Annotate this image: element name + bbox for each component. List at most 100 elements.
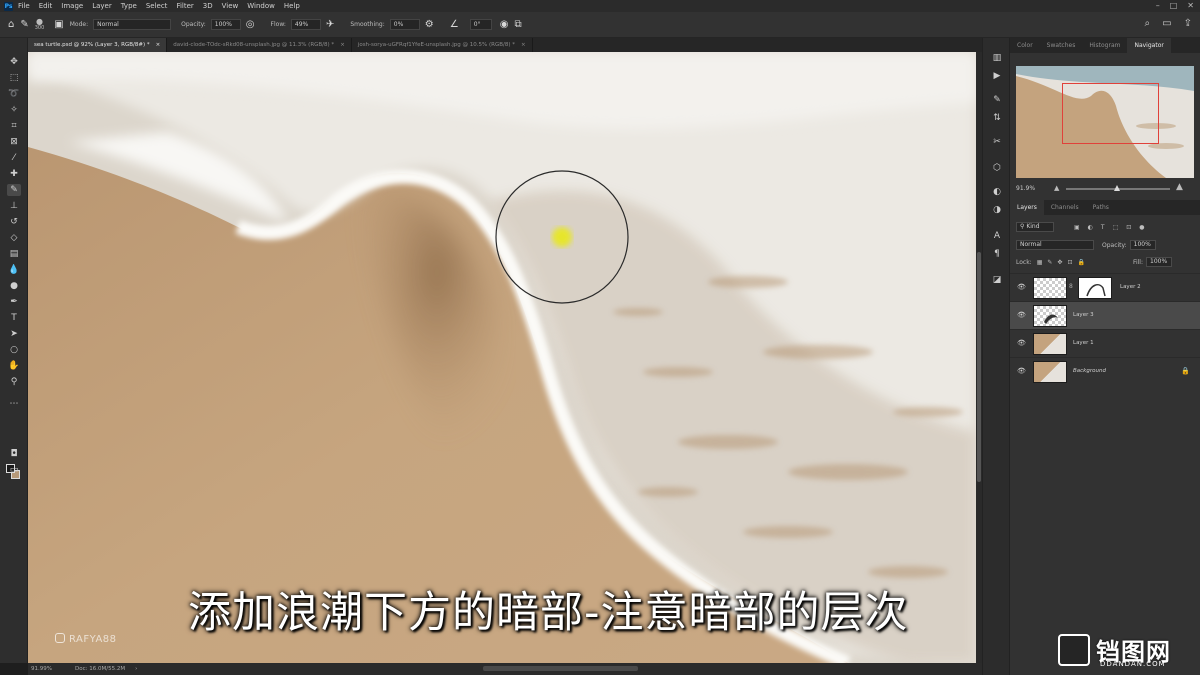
layer-name[interactable]: Layer 3 [1073, 312, 1094, 318]
navigator-zoom-slider[interactable] [1066, 185, 1170, 191]
visibility-eye-icon[interactable]: 👁 [1017, 367, 1026, 375]
lock-artboard-icon[interactable]: ⊡ [1067, 259, 1072, 266]
lock-transparent-icon[interactable]: ▦ [1037, 259, 1043, 266]
menu-edit[interactable]: Edit [39, 2, 53, 10]
filter-shape-icon[interactable]: ⬚ [1113, 224, 1119, 231]
tab-close-icon[interactable]: × [156, 42, 161, 48]
filter-type-icon[interactable]: T [1101, 224, 1105, 231]
blend-mode-select[interactable]: Normal [1016, 240, 1094, 250]
smoothing-options-icon[interactable]: ⚙ [425, 19, 434, 30]
layer-opacity-field[interactable]: 100% [1129, 240, 1156, 250]
styles-icon[interactable]: ◑ [991, 204, 1003, 216]
menu-layer[interactable]: Layer [92, 2, 112, 10]
path-select-tool-icon[interactable]: ➤ [7, 328, 21, 340]
close-icon[interactable]: ✕ [1187, 1, 1194, 10]
edit-toolbar-icon[interactable]: ⋯ [7, 398, 21, 410]
layer-row-layer-3[interactable]: 👁 Layer 3 [1010, 301, 1200, 329]
zoom-in-icon[interactable]: ▲ [1176, 182, 1183, 192]
navigator-preview[interactable] [1016, 66, 1194, 178]
angle-field[interactable]: 0° [469, 19, 492, 30]
layer-row-background[interactable]: 👁 Background 🔒 [1010, 357, 1200, 385]
brush-tool-icon[interactable]: ✎ [7, 184, 21, 196]
history-brush-tool-icon[interactable]: ↺ [7, 216, 21, 228]
smoothing-field[interactable]: 0% [389, 19, 420, 30]
properties-icon[interactable]: ⇅ [991, 112, 1003, 124]
frame-tool-icon[interactable]: ⊠ [7, 136, 21, 148]
share-icon[interactable]: ⇪ [1184, 18, 1192, 29]
menu-type[interactable]: Type [121, 2, 137, 10]
lock-all-icon[interactable]: 🔒 [1077, 259, 1084, 266]
tab-histogram[interactable]: Histogram [1082, 38, 1127, 53]
menu-file[interactable]: File [18, 2, 30, 10]
brush-preset-picker[interactable]: ● 300 [35, 17, 45, 32]
blur-tool-icon[interactable]: 💧 [7, 264, 21, 276]
pen-tool-icon[interactable]: ✒ [7, 296, 21, 308]
layer-name[interactable]: Background [1073, 368, 1106, 374]
brush-settings-panel-icon[interactable]: ✎ [991, 94, 1003, 106]
menu-filter[interactable]: Filter [176, 2, 193, 10]
eyedropper-tool-icon[interactable]: ⁄ [7, 152, 21, 164]
workspace-icon[interactable]: ▭ [1162, 18, 1171, 29]
crop-tool-icon[interactable]: ⌗ [7, 120, 21, 132]
layer-row-layer-2[interactable]: 👁 8 Layer 2 [1010, 273, 1200, 301]
airbrush-icon[interactable]: ✈ [326, 19, 334, 30]
tab-layers[interactable]: Layers [1010, 200, 1044, 215]
tab-color[interactable]: Color [1010, 38, 1040, 53]
gradient-tool-icon[interactable]: ▤ [7, 248, 21, 260]
tab-david-clode[interactable]: david-clode-TOdc-sRkd08-unsplash.jpg @ 1… [167, 38, 352, 52]
menu-select[interactable]: Select [146, 2, 168, 10]
tab-close-icon[interactable]: × [340, 42, 345, 48]
layer-name[interactable]: Layer 2 [1120, 284, 1141, 290]
menu-view[interactable]: View [222, 2, 239, 10]
character-icon[interactable]: A [991, 230, 1003, 242]
pressure-opacity-icon[interactable]: ◎ [246, 19, 255, 30]
document-canvas[interactable] [28, 52, 976, 663]
minimize-icon[interactable]: – [1156, 1, 1160, 10]
tab-close-icon[interactable]: × [521, 42, 526, 48]
layer-mask-thumbnail[interactable] [1078, 277, 1112, 299]
layer-fill-field[interactable]: 100% [1146, 257, 1172, 267]
history-icon[interactable]: ▥ [991, 52, 1003, 64]
3d-icon[interactable]: ⬡ [991, 162, 1003, 174]
filter-pixel-icon[interactable]: ▣ [1074, 224, 1080, 231]
zoom-tool-icon[interactable]: ⚲ [7, 376, 21, 388]
adjustments-icon[interactable]: ◐ [991, 186, 1003, 198]
opacity-field[interactable]: 100% [210, 19, 241, 30]
dodge-tool-icon[interactable]: ● [7, 280, 21, 292]
libraries-icon[interactable]: ◪ [991, 274, 1003, 286]
visibility-eye-icon[interactable]: 👁 [1017, 339, 1026, 347]
paragraph-icon[interactable]: ¶ [991, 248, 1003, 260]
visibility-eye-icon[interactable]: 👁 [1017, 283, 1026, 291]
tab-paths[interactable]: Paths [1086, 200, 1116, 215]
layer-row-layer-1[interactable]: 👁 Layer 1 [1010, 329, 1200, 357]
actions-icon[interactable]: ▶ [991, 70, 1003, 82]
pressure-size-icon[interactable]: ◉ [500, 19, 509, 30]
search-icon[interactable]: ⌕ [1145, 18, 1151, 29]
filter-adjust-icon[interactable]: ◐ [1088, 224, 1093, 231]
menu-image[interactable]: Image [61, 2, 83, 10]
healing-brush-tool-icon[interactable]: ✚ [7, 168, 21, 180]
marquee-tool-icon[interactable]: ⬚ [7, 72, 21, 84]
lasso-tool-icon[interactable]: ➰ [7, 88, 21, 100]
layer-name[interactable]: Layer 1 [1073, 340, 1094, 346]
navigator-zoom[interactable]: 91.9% [1016, 185, 1035, 192]
tab-channels[interactable]: Channels [1044, 200, 1086, 215]
tab-swatches[interactable]: Swatches [1040, 38, 1083, 53]
maximize-icon[interactable]: □ [1170, 1, 1178, 10]
status-menu-icon[interactable]: › [135, 666, 137, 672]
menu-window[interactable]: Window [247, 2, 275, 10]
mode-select[interactable]: Normal [93, 19, 172, 30]
lock-pixels-icon[interactable]: ✎ [1047, 259, 1052, 266]
canvas-horizontal-scrollbar[interactable] [483, 666, 638, 671]
filter-smart-icon[interactable]: ⊡ [1126, 224, 1131, 231]
brush-tool-icon[interactable]: ✎ [20, 19, 28, 30]
scroll-thumb[interactable] [977, 252, 981, 482]
tab-navigator[interactable]: Navigator [1127, 38, 1171, 53]
symmetry-icon[interactable]: ⧉ [514, 19, 521, 30]
navigator-view-rect[interactable] [1062, 83, 1159, 144]
zoom-level[interactable]: 91.99% [31, 666, 75, 672]
slider-knob[interactable] [1114, 185, 1120, 191]
lock-position-icon[interactable]: ✥ [1057, 259, 1062, 266]
quick-mask-icon[interactable]: ◘ [7, 448, 21, 460]
screen-mode-icon[interactable]: ▭ [7, 464, 21, 476]
